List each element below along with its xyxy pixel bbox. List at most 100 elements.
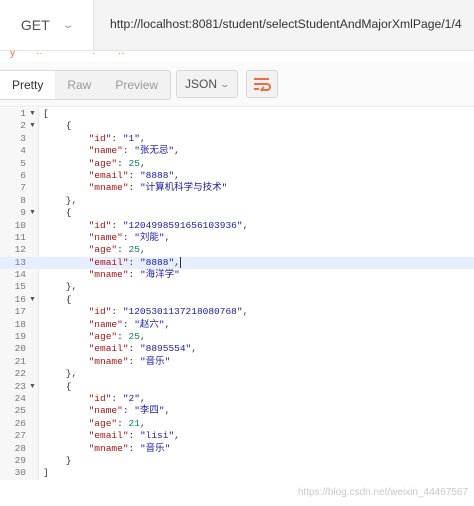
code-text: "email": "lisi", (88, 430, 180, 442)
line-number: 26 (14, 417, 26, 429)
chevron-down-icon: ⌄ (61, 19, 75, 31)
code-line: 28 "mname": "音乐" (0, 443, 474, 455)
line-number: 8 (20, 194, 26, 206)
tab-fragment[interactable]: · (92, 50, 95, 59)
wrap-lines-icon (254, 78, 271, 91)
code-text: "age": 25, (88, 157, 146, 169)
code-line: 10 "id": "1204998591656103936", (0, 220, 474, 232)
code-text: "age": 21, (88, 417, 146, 429)
line-number: 10 (14, 219, 26, 231)
text-cursor (179, 256, 181, 268)
code-line: 13 "email": "8888", (0, 256, 474, 270)
line-number: 11 (14, 231, 26, 243)
line-number: 18 (14, 318, 26, 330)
code-text: } (43, 454, 72, 466)
line-number: 14 (14, 269, 26, 281)
line-number: 30 (14, 467, 26, 479)
line-number: 19 (14, 331, 26, 343)
line-number: 20 (14, 343, 26, 355)
code-text: "email": "8888", (88, 169, 180, 181)
line-number: 24 (14, 392, 26, 404)
view-preview-button[interactable]: Preview (103, 71, 170, 99)
code-line: 12 "age": 25, (0, 244, 474, 256)
tab-fragment[interactable]: ·· (36, 50, 43, 59)
line-number: 5 (20, 157, 26, 169)
format-select[interactable]: JSON ⌄ (176, 70, 238, 98)
code-text: "age": 25, (88, 331, 146, 343)
line-number: 2 (20, 120, 26, 132)
watermark: https://blog.csdn.net/weixin_44467567 (297, 487, 468, 498)
code-line: 2 ▼ { (0, 120, 474, 132)
code-line: 19 "age": 25, (0, 331, 474, 343)
line-number: 3 (20, 132, 26, 144)
line-number: 15 (14, 281, 26, 293)
code-text: "id": "2", (88, 392, 146, 404)
line-number: 1 (20, 108, 26, 119)
response-tabs: y ·· · ·· (0, 50, 474, 62)
code-line: 3 "id": "1", (0, 133, 474, 145)
code-text: ] (43, 467, 49, 479)
code-text: "id": "1", (88, 132, 146, 144)
line-number: 25 (14, 405, 26, 417)
code-text: }, (43, 194, 78, 206)
code-line: 27 "email": "lisi", (0, 430, 474, 442)
url-input[interactable]: http://localhost:8081/student/selectStud… (110, 17, 462, 31)
line-number: 21 (14, 355, 26, 367)
wrap-lines-button[interactable] (246, 70, 278, 98)
tab-fragment[interactable]: y (10, 50, 15, 59)
view-raw-button[interactable]: Raw (55, 71, 103, 99)
code-line: 30] (0, 467, 474, 479)
code-line: 24 "id": "2", (0, 393, 474, 405)
line-number: 7 (20, 182, 26, 194)
code-text: "id": "1205301137218080768", (88, 306, 249, 318)
code-line: 21 "mname": "音乐" (0, 356, 474, 368)
code-line: 25 "name": "李四", (0, 405, 474, 417)
fold-arrow-icon[interactable]: ▼ (29, 207, 36, 219)
line-number: 12 (14, 244, 26, 256)
method-label: GET (20, 17, 50, 33)
fold-arrow-icon[interactable]: ▼ (29, 294, 36, 306)
view-pretty-button[interactable]: Pretty (0, 71, 56, 99)
code-text: "mname": "计算机科学与技术" (88, 182, 228, 194)
code-line: 20 "email": "8895554", (0, 343, 474, 355)
line-number: 9 (20, 207, 26, 219)
line-number: 17 (14, 306, 26, 318)
code-text: { (43, 120, 72, 132)
code-text: "name": "刘能", (88, 231, 171, 243)
code-line: 7 "mname": "计算机科学与技术" (0, 182, 474, 194)
line-number: 23 (14, 380, 26, 392)
code-line: 17 "id": "1205301137218080768", (0, 306, 474, 318)
code-line: 22 }, (0, 368, 474, 380)
code-line: 4 "name": "张无忌", (0, 145, 474, 157)
code-text: "name": "赵六", (88, 318, 171, 330)
code-line: 16 ▼ { (0, 294, 474, 306)
line-number: 22 (14, 368, 26, 380)
code-line: 9 ▼ { (0, 207, 474, 219)
code-text: "mname": "海洋学" (88, 269, 180, 281)
code-line: 1 ▼ [ (0, 108, 474, 120)
code-text: "name": "张无忌", (88, 145, 180, 157)
code-text: "mname": "音乐" (88, 355, 171, 367)
code-text: "email": "8888", (88, 256, 181, 268)
fold-arrow-icon[interactable]: ▼ (29, 381, 36, 393)
line-number: 13 (14, 256, 26, 268)
code-text: "age": 25, (88, 244, 146, 256)
line-number: 16 (14, 293, 26, 305)
request-bar: GET ⌄ http://localhost:8081/student/sele… (0, 0, 474, 51)
method-select[interactable]: GET ⌄ (0, 0, 94, 50)
line-number: 4 (20, 145, 26, 157)
code-text: "mname": "音乐" (88, 442, 171, 454)
code-line: 18 "name": "赵六", (0, 319, 474, 331)
code-line: 26 "age": 21, (0, 418, 474, 430)
line-number: 29 (14, 454, 26, 466)
tab-fragment[interactable]: ·· (118, 50, 125, 59)
line-number: 27 (14, 430, 26, 442)
code-line: 29 } (0, 455, 474, 467)
code-text: "email": "8895554", (88, 343, 197, 355)
response-body[interactable]: 1 ▼[2 ▼ {3 "id": "1", 4 "name": "张无忌", 5 "ag… (0, 108, 474, 480)
code-text: "name": "李四", (88, 405, 171, 417)
code-line: 5 "age": 25, (0, 158, 474, 170)
fold-arrow-icon[interactable]: ▼ (29, 108, 36, 120)
line-number: 6 (20, 169, 26, 181)
fold-arrow-icon[interactable]: ▼ (29, 120, 36, 132)
